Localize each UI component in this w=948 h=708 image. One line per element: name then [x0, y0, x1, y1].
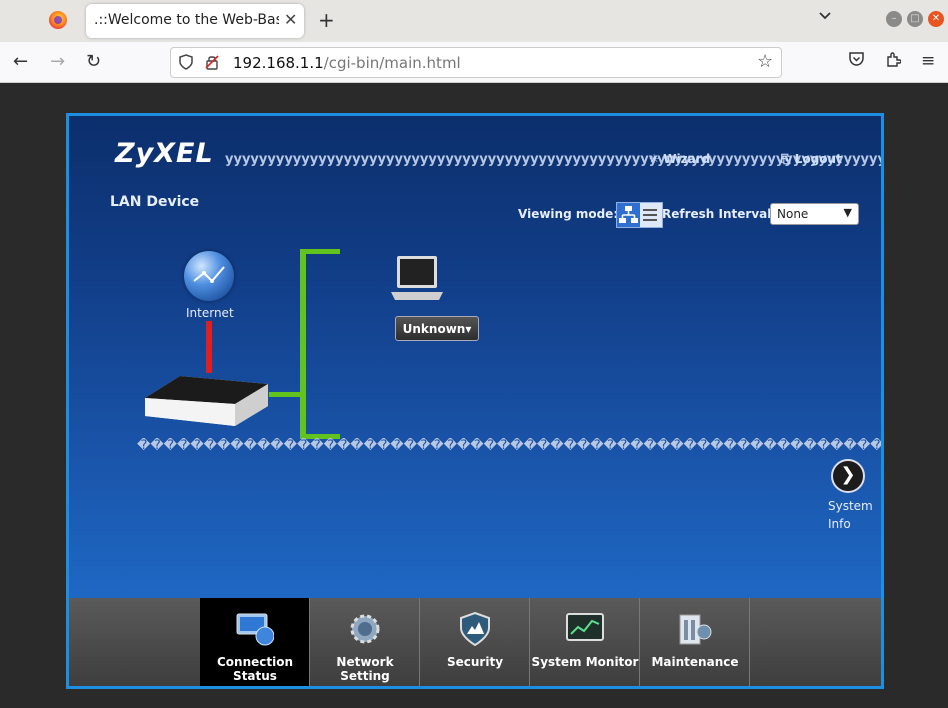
- menu-security[interactable]: Security: [420, 598, 530, 686]
- lan-branch-top: [300, 249, 340, 254]
- menu-maintenance[interactable]: Maintenance: [640, 598, 750, 686]
- lan-link-line: [269, 392, 301, 397]
- menu-label: Network Setting: [336, 655, 394, 683]
- insecure-lock-icon[interactable]: [205, 54, 219, 74]
- menu-label: Security: [446, 655, 504, 669]
- tab-close-icon[interactable]: ✕: [284, 10, 297, 29]
- system-info-arrow-icon[interactable]: ❯: [831, 459, 865, 493]
- menu-connection-status[interactable]: Connection Status: [200, 598, 310, 686]
- menu-network-setting[interactable]: Network Setting: [310, 598, 420, 686]
- pocket-icon[interactable]: [848, 51, 865, 72]
- garbled-status-text: ����������������������������������������…: [137, 438, 884, 453]
- logout-icon: ⎘: [781, 152, 791, 166]
- logout-link[interactable]: ⎘ Logout: [781, 152, 842, 167]
- tab-bar: .::Welcome to the Web-Based Configurator…: [0, 0, 948, 42]
- back-icon[interactable]: ←: [13, 51, 28, 72]
- browser-tab[interactable]: .::Welcome to the Web-Based Configurator…: [86, 4, 304, 38]
- list-view-icon[interactable]: [641, 206, 659, 224]
- connection-status-icon: [236, 612, 275, 646]
- laptop-device-icon[interactable]: [391, 256, 443, 306]
- wizard-label: Wizard: [663, 152, 711, 166]
- nav-bar: ← → ↻ 192.168.1.1/cgi-bin/main.html ☆ ≡: [0, 42, 948, 83]
- chevron-down-icon: ▼: [843, 206, 852, 219]
- maximize-button[interactable]: □: [907, 11, 923, 27]
- wizard-link[interactable]: ✳ Wizard: [649, 152, 710, 166]
- topology-view-icon[interactable]: [617, 203, 640, 227]
- zyxel-logo: ZyXEL: [115, 138, 214, 169]
- monitor-chart-icon: [566, 612, 604, 646]
- device-name-button[interactable]: Unknown▾: [395, 316, 479, 341]
- firefox-icon[interactable]: [49, 11, 67, 29]
- router-frame: ZyXEL yyyyyyyyyyyyyyyyyyyyyyyyyyyyyyyyyy…: [66, 113, 884, 689]
- new-tab-button[interactable]: +: [318, 8, 335, 32]
- refresh-interval-label: Refresh Interval:: [662, 207, 777, 221]
- lan-bus-line: [300, 249, 306, 439]
- bookmark-star-icon[interactable]: ☆: [757, 51, 773, 72]
- viewing-mode-toggle: [616, 202, 663, 228]
- system-info-label[interactable]: System Info: [828, 497, 873, 533]
- gear-icon: [346, 612, 384, 646]
- extensions-icon[interactable]: [885, 51, 902, 73]
- url-host: 192.168.1.1: [233, 54, 324, 72]
- viewing-mode-label: Viewing mode:: [518, 207, 619, 221]
- shield-icon: [456, 611, 494, 647]
- wan-link-line: [206, 321, 212, 373]
- url-path: /cgi-bin/main.html: [323, 54, 461, 72]
- forward-icon[interactable]: →: [50, 51, 65, 72]
- list-tabs-button[interactable]: [818, 9, 832, 25]
- internet-globe-icon[interactable]: [184, 251, 234, 301]
- internet-label: Internet: [186, 306, 234, 320]
- minimize-button[interactable]: –: [886, 11, 902, 27]
- page-title: LAN Device: [110, 194, 200, 210]
- wizard-icon: ✳: [649, 152, 660, 166]
- menu-label: System Monitor: [531, 655, 639, 669]
- maintenance-icon: [676, 612, 714, 646]
- tab-title: .::Welcome to the Web-Based Configurator…: [94, 12, 279, 28]
- router-device-icon[interactable]: [140, 368, 270, 428]
- menu-hamburger-icon[interactable]: ≡: [921, 51, 935, 71]
- url-bar[interactable]: 192.168.1.1/cgi-bin/main.html ☆: [170, 47, 782, 78]
- tracking-shield-icon[interactable]: [179, 54, 193, 74]
- reload-icon[interactable]: ↻: [86, 51, 101, 72]
- url-text[interactable]: 192.168.1.1/cgi-bin/main.html: [233, 54, 461, 72]
- menu-system-monitor[interactable]: System Monitor: [530, 598, 640, 686]
- refresh-interval-value: None: [777, 207, 809, 221]
- close-window-button[interactable]: ✕: [928, 11, 944, 27]
- logout-label: Logout: [794, 152, 842, 166]
- bottom-menu-bar: Connection Status Network Setting Securi…: [69, 598, 881, 686]
- refresh-interval-select[interactable]: None ▼: [770, 203, 859, 225]
- menu-label: Connection Status: [216, 655, 294, 683]
- menu-label: Maintenance: [651, 655, 739, 669]
